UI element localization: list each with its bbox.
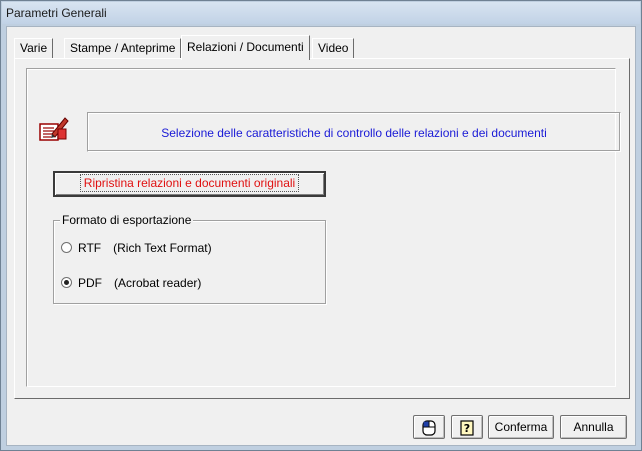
panel-frame: Selezione delle caratteristiche di contr… [26,68,621,387]
svg-text:?: ? [464,422,470,435]
radio-pdf[interactable] [61,277,72,288]
tab-relazioni-documenti[interactable]: Relazioni / Documenti [181,35,310,60]
confirm-button[interactable]: Conferma [488,415,554,439]
radio-rtf[interactable] [61,242,72,253]
help-icon: ? [460,420,474,436]
restore-originals-button[interactable]: Ripristina relazioni e documenti origina… [53,171,326,197]
mouse-icon [422,420,436,436]
radio-option-pdf[interactable]: PDF (Acrobat reader) [61,275,201,291]
export-format-legend: Formato di esportazione [60,213,194,227]
radio-pdf-desc: (Acrobat reader) [114,276,202,290]
tab-video[interactable]: Video [312,38,355,59]
mouse-button[interactable] [413,415,445,439]
document-edit-icon [38,114,70,144]
restore-button-label: Ripristina relazioni e documenti origina… [79,174,300,192]
window-title: Parametri Generali [2,2,640,24]
dialog-client-area: Varie Stampe / Anteprime Relazioni / Doc… [6,26,636,446]
tab-panel: Selezione delle caratteristiche di contr… [14,58,630,399]
dialog-window: Parametri Generali Varie Stampe / Antepr… [0,0,642,451]
help-button[interactable]: ? [451,415,483,439]
radio-pdf-label: PDF [78,276,102,290]
radio-rtf-desc: (Rich Text Format) [113,241,212,255]
export-format-group: Formato di esportazione RTF (Rich Text Fo… [53,213,326,304]
cancel-button[interactable]: Annulla [560,415,627,439]
section-header: Selezione delle caratteristiche di contr… [87,112,621,152]
tab-stampe-anteprime[interactable]: Stampe / Anteprime [64,38,182,59]
tab-varie[interactable]: Varie [14,38,54,59]
radio-option-rtf[interactable]: RTF (Rich Text Format) [61,240,212,256]
radio-rtf-label: RTF [78,241,102,255]
